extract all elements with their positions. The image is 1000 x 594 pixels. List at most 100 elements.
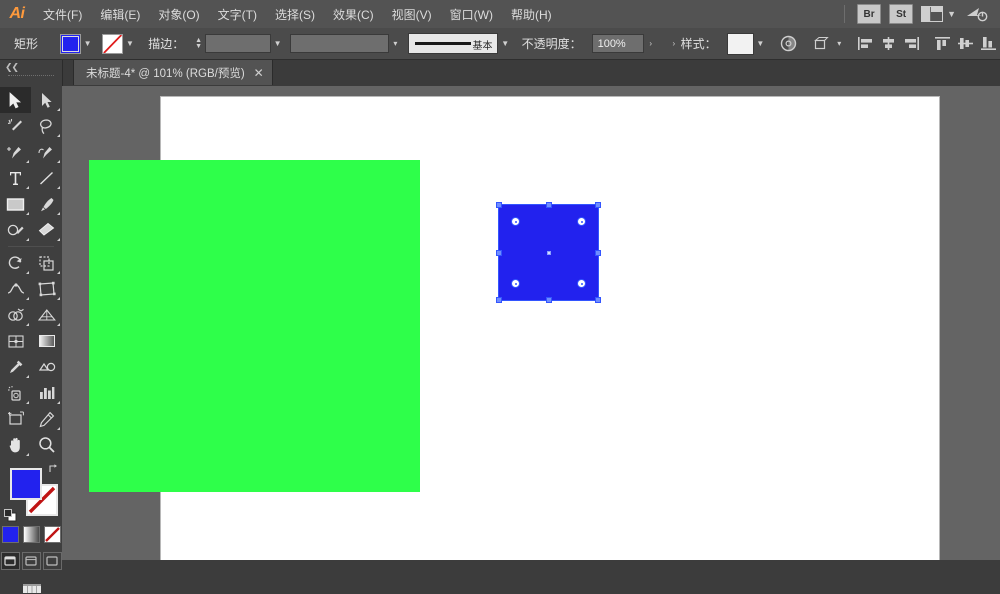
brush-dropdown-icon[interactable]: ▼ [498,34,511,54]
screen-mode-buttons [0,552,62,570]
align-top-icon[interactable] [931,33,954,55]
lasso-tool[interactable] [31,113,62,139]
stroke-profile-dropdown[interactable] [290,34,389,53]
blue-rectangle[interactable] [499,205,598,300]
hand-tool[interactable] [0,432,31,458]
menu-bar: Ai 文件(F) 编辑(E) 对象(O) 文字(T) 选择(S) 效果(C) 视… [0,0,1000,29]
recolor-artwork-icon[interactable] [777,33,800,55]
scale-tool[interactable] [31,250,62,276]
direct-selection-tool[interactable] [31,87,62,113]
blend-tool[interactable] [31,354,62,380]
free-transform-tool[interactable] [31,276,62,302]
symbol-sprayer-tool[interactable] [0,380,31,406]
stroke-weight-input[interactable] [204,34,271,53]
artboard-tool[interactable] [0,406,31,432]
menu-file[interactable]: 文件(F) [34,2,91,27]
style-label: 样式： [680,37,717,51]
transform-dropdown-icon[interactable]: ▾ [833,34,846,54]
stock-icon[interactable]: St [889,4,914,24]
tools-panel-grip[interactable] [8,75,54,85]
none-button[interactable] [43,526,61,543]
style-expand-icon[interactable]: › [667,34,680,54]
menu-effect[interactable]: 效果(C) [324,2,383,27]
tool-group-divider [8,246,54,247]
eyedropper-tool[interactable] [0,354,31,380]
column-graph-tool[interactable] [31,380,62,406]
curvature-tool[interactable] [31,139,62,165]
align-right-icon[interactable] [900,33,923,55]
green-rectangle[interactable] [89,160,420,492]
opacity-label: 不透明度： [521,37,582,51]
full-screen-mode-icon[interactable] [42,552,62,570]
normal-screen-mode-icon[interactable] [0,552,20,570]
menu-object[interactable]: 对象(O) [149,2,208,27]
pen-tool[interactable] [0,139,31,165]
close-icon[interactable]: ✕ [254,67,264,79]
menu-select[interactable]: 选择(S) [266,2,324,27]
align-left-icon[interactable] [854,33,877,55]
brush-definition-label: 基本 [472,41,493,52]
menu-edit[interactable]: 编辑(E) [91,2,149,27]
zoom-tool[interactable] [31,432,62,458]
color-button[interactable] [1,526,19,543]
graphic-style-swatch[interactable] [726,32,754,55]
align-bottom-icon[interactable] [977,33,1000,55]
type-tool[interactable] [0,165,31,191]
stroke-weight-stepper[interactable]: ▲ ▼ [194,35,203,53]
menu-help[interactable]: 帮助(H) [502,2,561,27]
align-center-vertical-icon[interactable] [954,33,977,55]
style-dropdown-icon[interactable]: ▼ [754,34,767,54]
fill-color-swatch[interactable] [59,33,81,54]
document-tab-title: 未标题-4* @ 101% (RGB/预览) [86,67,245,80]
line-segment-tool[interactable] [31,165,62,191]
fill-dropdown-icon[interactable]: ▼ [81,34,94,54]
workspace-switcher-icon[interactable] [964,4,990,24]
width-tool[interactable] [0,276,31,302]
rectangle-tool[interactable] [0,191,31,217]
chevron-down-icon: ▼ [947,9,956,19]
default-fill-stroke-icon[interactable] [4,509,17,522]
object-type-label: 矩形 [14,37,39,51]
mesh-tool[interactable] [0,328,31,354]
canvas-area[interactable] [62,86,1000,560]
perspective-grid-tool[interactable] [31,302,62,328]
stroke-profile-dropdown-icon[interactable]: ▾ [389,34,402,54]
stroke-color-swatch[interactable] [101,33,124,54]
slice-tool[interactable] [31,406,62,432]
rotate-tool[interactable] [0,250,31,276]
arrange-documents-button[interactable]: ▼ [921,6,956,22]
tools-panel-collapse-button[interactable]: ❮❮ [0,60,62,75]
arrange-documents-icon [921,6,944,22]
gradient-tool[interactable] [31,328,62,354]
stroke-weight-label: 描边： [148,37,185,51]
bridge-icon[interactable]: Br [857,4,882,24]
shaper-tool[interactable] [0,217,31,243]
paintbrush-tool[interactable] [31,191,62,217]
opacity-input[interactable]: 100% [591,34,644,53]
brush-stroke-preview [414,42,471,45]
document-tab[interactable]: 未标题-4* @ 101% (RGB/预览) ✕ [73,60,273,85]
menu-window[interactable]: 窗口(W) [441,2,502,27]
tools-panel-footer[interactable] [0,580,62,594]
magic-wand-tool[interactable] [0,113,31,139]
control-bar: 矩形 ▼ ▼ 描边： ▲ ▼ ▼ ▾ 基本 ▼ 不透明度： 100% › › 样… [0,28,1000,60]
eraser-tool[interactable] [31,217,62,243]
swap-fill-stroke-icon[interactable] [48,463,60,475]
fill-stroke-indicator [0,462,62,524]
align-center-horizontal-icon[interactable] [877,33,900,55]
stroke-dropdown-icon[interactable]: ▼ [123,34,136,54]
transform-panel-icon[interactable] [809,33,832,55]
menu-type[interactable]: 文字(T) [209,2,266,27]
illustrator-window: Ai 文件(F) 编辑(E) 对象(O) 文字(T) 选择(S) 效果(C) 视… [0,0,1000,593]
fill-swatch-large[interactable] [10,468,42,500]
menu-view[interactable]: 视图(V) [383,2,441,27]
document-tab-bar: 未标题-4* @ 101% (RGB/预览) ✕ [0,60,1000,87]
opacity-expand-icon[interactable]: › [644,34,657,54]
stroke-weight-dropdown-icon[interactable]: ▼ [271,34,284,54]
gradient-button[interactable] [22,526,40,543]
selection-tool[interactable] [0,87,31,113]
brush-definition-dropdown[interactable]: 基本 [407,33,499,54]
full-screen-with-menu-icon[interactable] [21,552,41,570]
menu-bar-right: Br St ▼ [840,4,1000,24]
shape-builder-tool[interactable] [0,302,31,328]
